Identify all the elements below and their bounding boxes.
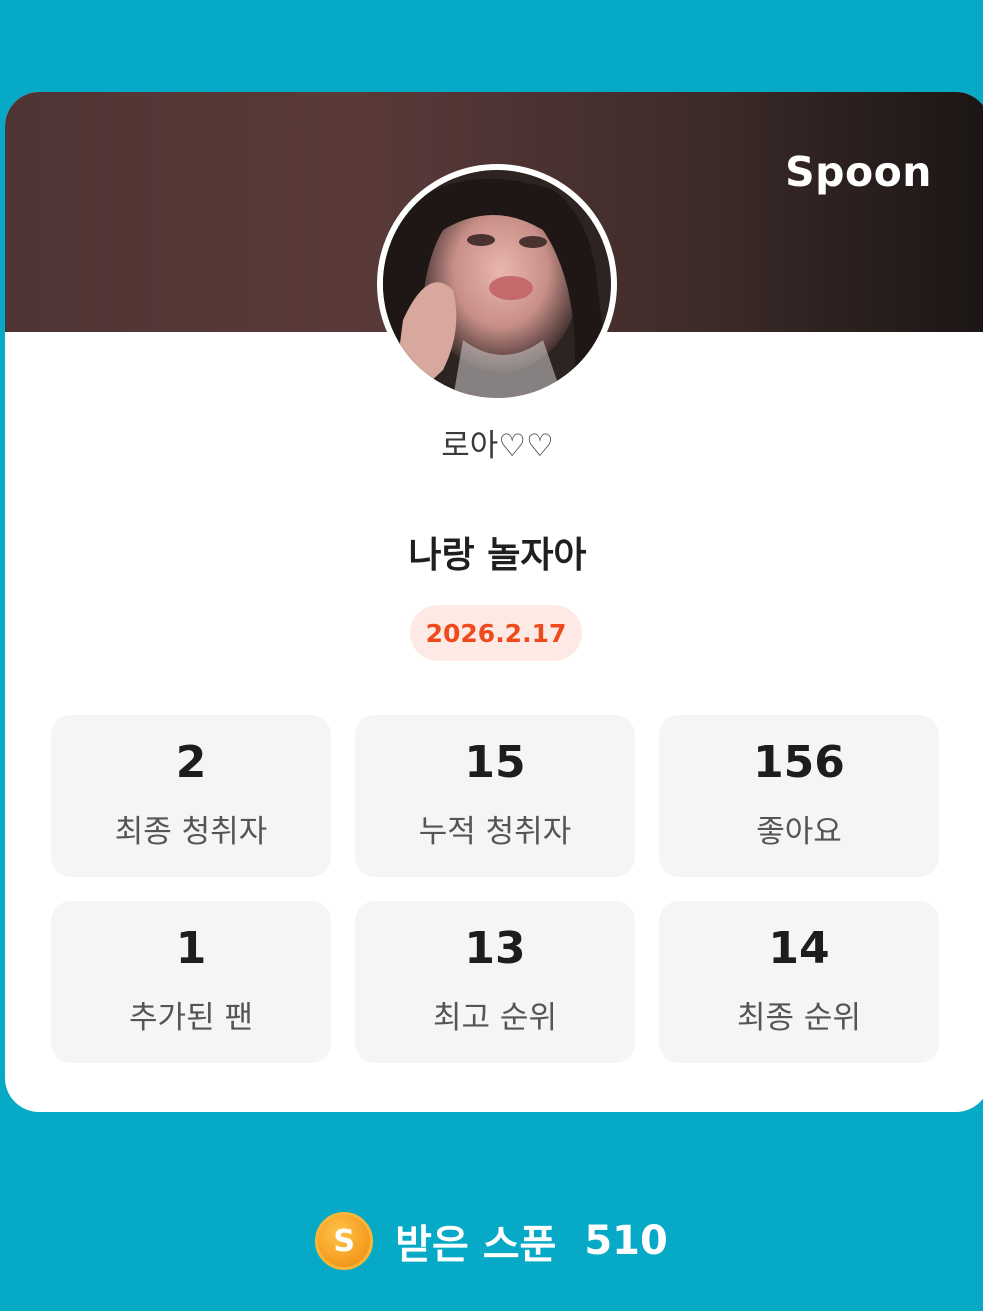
stat-value: 156 xyxy=(753,737,845,788)
stat-final-listeners: 2 최종 청취자 xyxy=(51,715,331,877)
avatar[interactable] xyxy=(383,170,611,398)
broadcast-title: 나랑 놀자아 xyxy=(408,535,587,576)
stat-label: 누적 청취자 xyxy=(418,814,572,850)
avatar-image xyxy=(383,170,611,398)
nickname: 로아♡♡ xyxy=(441,428,554,464)
stat-new-fans: 1 추가된 팬 xyxy=(51,901,331,1063)
received-spoons-count: 510 xyxy=(584,1218,668,1264)
broadcast-summary-card: Spoon 로아♡♡ 나랑 놀자아 2026.2.17 2 최종 청취자 15 … xyxy=(5,92,983,1112)
stat-final-rank: 14 최종 순위 xyxy=(659,901,939,1063)
stat-best-rank: 13 최고 순위 xyxy=(355,901,635,1063)
stat-likes: 156 좋아요 xyxy=(659,715,939,877)
date-badge: 2026.2.17 xyxy=(410,605,582,661)
stat-value: 1 xyxy=(175,923,207,974)
stat-label: 최종 청취자 xyxy=(114,814,268,850)
stat-value: 15 xyxy=(464,737,526,788)
stat-label: 추가된 팬 xyxy=(129,1000,253,1036)
received-spoons: S 받은 스푼 510 xyxy=(0,1212,983,1270)
stat-total-listeners: 15 누적 청취자 xyxy=(355,715,635,877)
stat-value: 13 xyxy=(464,923,526,974)
stat-label: 최고 순위 xyxy=(433,1000,557,1036)
avatar-frame xyxy=(377,164,617,404)
stat-value: 2 xyxy=(175,737,207,788)
spoon-logo: Spoon xyxy=(785,148,932,196)
received-spoons-label: 받은 스푼 xyxy=(395,1222,557,1268)
stat-value: 14 xyxy=(768,923,830,974)
spoon-coin-icon: S xyxy=(315,1212,374,1270)
stat-label: 좋아요 xyxy=(756,814,842,850)
stat-label: 최종 순위 xyxy=(737,1000,861,1036)
coin-letter: S xyxy=(333,1223,355,1259)
stats-grid: 2 최종 청취자 15 누적 청취자 156 좋아요 1 추가된 팬 13 최고… xyxy=(51,715,941,1063)
